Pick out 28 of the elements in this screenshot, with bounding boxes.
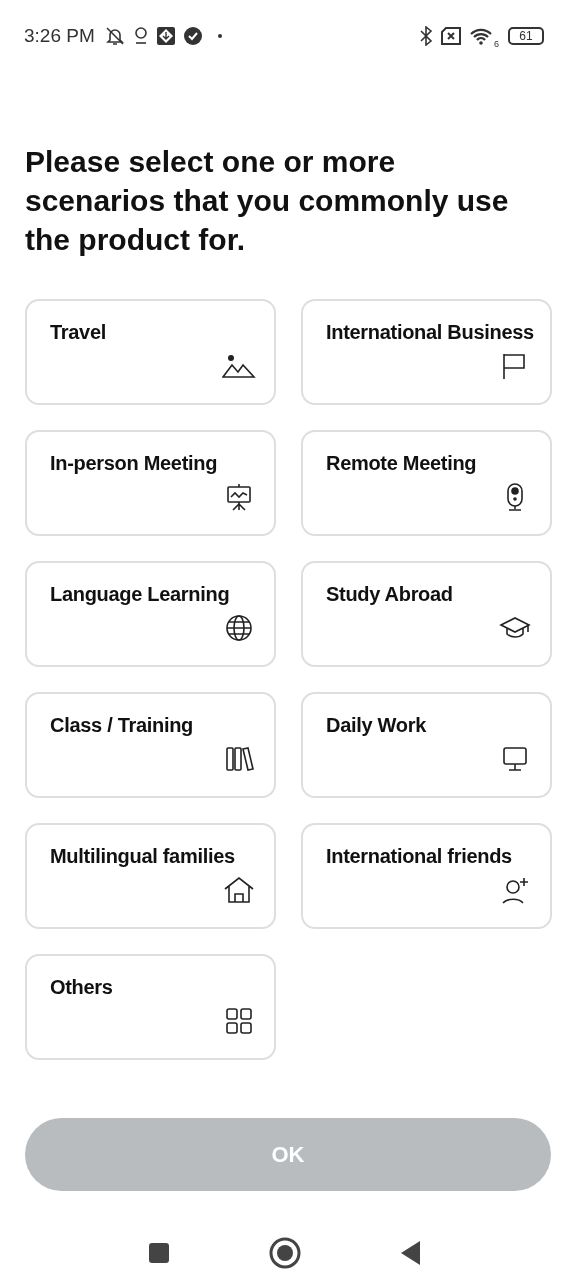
home-icon[interactable] xyxy=(268,1237,301,1269)
no-sim-icon xyxy=(440,27,462,45)
wifi-icon xyxy=(469,27,493,45)
scenario-card[interactable]: Others xyxy=(25,954,276,1060)
scenario-card[interactable]: International friends xyxy=(301,823,552,929)
back-icon[interactable] xyxy=(399,1240,421,1266)
scenario-card[interactable]: Remote Meeting xyxy=(301,430,552,536)
download-app-icon xyxy=(155,26,176,46)
scenario-card[interactable]: Class / Training xyxy=(25,692,276,798)
muted-bell-icon xyxy=(103,26,126,46)
house-icon xyxy=(222,876,256,904)
battery-indicator: 61 xyxy=(508,27,544,45)
location-pin-icon xyxy=(132,26,149,46)
mountains-icon xyxy=(222,352,256,380)
scenario-card[interactable]: Daily Work xyxy=(301,692,552,798)
status-time: 3:26 PM xyxy=(24,25,95,47)
bluetooth-icon xyxy=(419,26,433,46)
dot-icon xyxy=(217,34,222,38)
scenario-card[interactable]: Travel xyxy=(25,299,276,405)
wifi-level-label: 6 xyxy=(494,39,499,49)
page-title: Please select one or more scenarios that you commonly use the product for. xyxy=(25,144,510,258)
scenario-card[interactable]: In-person Meeting xyxy=(25,430,276,536)
scenario-card[interactable]: International Business xyxy=(301,299,552,405)
scenario-card[interactable]: Study Abroad xyxy=(301,561,552,667)
recents-icon[interactable] xyxy=(148,1242,170,1264)
scenario-card[interactable]: Language Learning xyxy=(25,561,276,667)
scenario-card[interactable]: Multilingual families xyxy=(25,823,276,929)
check-circle-icon xyxy=(182,26,203,46)
